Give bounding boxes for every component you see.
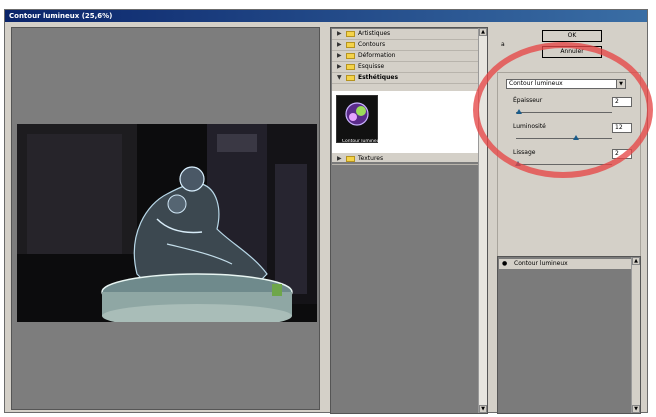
layers-scrollbar[interactable]: ▲ ▼ [631,257,640,413]
esthetiques-filter-thumbnails: Contour lumineux [332,91,478,153]
expand-arrow-icon: ▶ [337,63,342,70]
folder-icon [346,64,355,70]
folder-open-icon [346,75,355,81]
annotation-highlight-circle [473,42,653,178]
scroll-up-icon[interactable]: ▲ [479,28,487,36]
filter-thumbnail-label: Contour lumineux [341,139,383,144]
preview-pane[interactable] [11,27,320,410]
category-contours[interactable]: ▶ Contours [332,40,478,51]
expand-arrow-icon: ▶ [337,30,342,37]
expand-arrow-icon: ▶ [337,52,342,59]
glowing-edges-thumbnail-icon [337,96,377,136]
category-esthetiques[interactable]: ▼ Esthétiques [332,73,478,84]
folder-icon [346,42,355,48]
ok-button[interactable]: OK [542,30,602,42]
folder-icon [346,31,355,37]
window-title: Contour lumineux (25,6%) [9,12,113,20]
category-artistiques[interactable]: ▶ Artistiques [332,29,478,40]
folder-icon [346,53,355,59]
collapse-arrow-icon: ▼ [337,74,342,81]
folder-icon [346,156,355,162]
eye-icon[interactable]: ● [502,259,507,269]
category-deformation[interactable]: ▶ Déformation [332,51,478,62]
effect-layers-panel: ● Contour lumineux ▲ ▼ [497,256,641,414]
preview-image [17,124,317,322]
filter-gallery-list: ▶ Artistiques ▶ Contours ▶ Déformation ▶… [330,27,488,414]
scroll-down-icon[interactable]: ▼ [632,405,640,413]
expand-arrow-icon: ▶ [337,155,342,162]
effect-layer-contour-lumineux[interactable]: ● Contour lumineux [499,259,631,269]
title-bar: Contour lumineux (25,6%) [5,10,647,22]
category-esquisse[interactable]: ▶ Esquisse [332,62,478,73]
scroll-down-icon[interactable]: ▼ [479,405,487,413]
filter-thumbnail-contour-lumineux[interactable]: Contour lumineux [336,95,382,144]
category-textures[interactable]: ▶ Textures [332,154,478,165]
statue-photo [17,124,317,322]
scroll-up-icon[interactable]: ▲ [632,257,640,265]
expand-arrow-icon: ▶ [337,41,342,48]
